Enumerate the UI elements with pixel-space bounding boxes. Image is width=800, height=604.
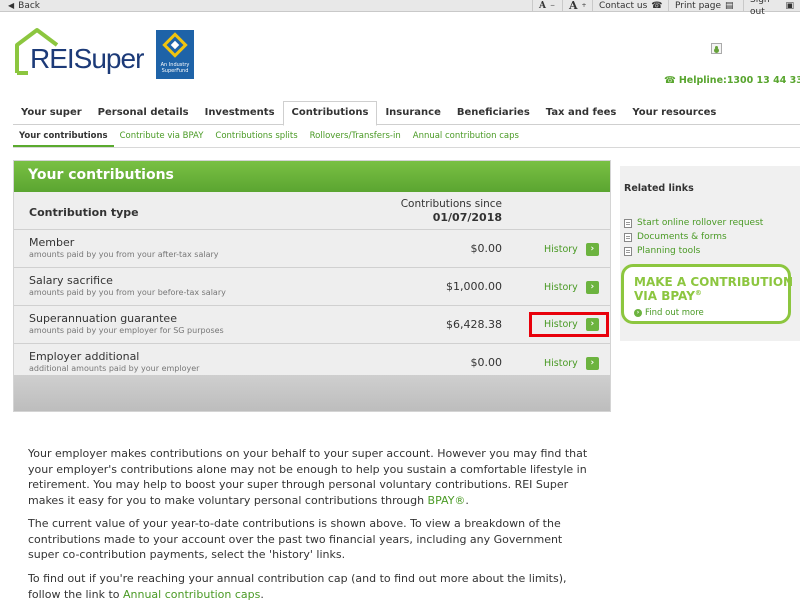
bpay-link[interactable]: BPAY® [428, 494, 466, 507]
ytd-paragraph: The current value of your year-to-date c… [28, 517, 563, 561]
contribution-amount: $0.00 [470, 242, 503, 255]
caps-paragraph: To find out if you're reaching your annu… [28, 572, 567, 601]
tab-contributions[interactable]: Contributions [282, 101, 378, 126]
table-row: Superannuation guarantee amounts paid by… [14, 306, 610, 344]
contribution-name: Superannuation guarantee [29, 312, 177, 325]
printer-icon: ▤ [725, 1, 734, 11]
signout-label: Sign out [750, 0, 770, 17]
back-arrow-icon: ◀ [8, 1, 15, 10]
bpay-banner-line2: VIA BPAY® [634, 289, 702, 303]
link-start-online-rollover[interactable]: Start online rollover request [624, 218, 763, 228]
history-link-employer-additional[interactable]: History › [532, 353, 608, 373]
link-documents-forms[interactable]: Documents & forms [624, 232, 727, 242]
back-label: Back [18, 1, 41, 11]
tab-insurance[interactable]: Insurance [377, 101, 448, 124]
contribution-amount: $0.00 [470, 356, 503, 369]
contribution-description: additional amounts paid by your employer [29, 364, 200, 373]
tab-beneficiaries[interactable]: Beneficiaries [449, 101, 538, 124]
print-page-link[interactable]: Print page ▤ [668, 0, 740, 12]
contribution-amount: $1,000.00 [446, 280, 502, 293]
top-utility-bar: ◀ Back A − A + Contact us ☎ Print page ▤ S… [0, 0, 800, 17]
annual-contribution-caps-link[interactable]: Annual contribution caps [123, 588, 260, 601]
column-contributions-since: Contributions since 01/07/2018 [400, 198, 502, 224]
contribution-description: amounts paid by you from your after-tax … [29, 250, 219, 259]
helpline-number: 1300 13 44 33 [726, 75, 800, 86]
tab-investments[interactable]: Investments [197, 101, 283, 124]
related-links-sidebar: Related links Start online rollover requ… [620, 166, 800, 341]
table-header: Contribution type Contributions since 01… [14, 192, 610, 230]
font-increase-button[interactable]: A + [562, 0, 593, 12]
panel-footer [14, 375, 610, 411]
document-icon [624, 218, 632, 228]
subnav-contribute-via-bpay[interactable]: Contribute via BPAY [114, 126, 210, 147]
document-icon [624, 246, 632, 256]
phone-icon: ☎ [651, 1, 663, 11]
rei-super-logo[interactable]: REISuper [14, 27, 144, 77]
chevron-right-icon: › [585, 318, 599, 331]
panel-title: Your contributions [14, 161, 610, 192]
contribution-name: Employer additional [29, 350, 140, 363]
main-navigation: Your super Personal details Investments … [13, 101, 800, 126]
make-contribution-bpay-banner[interactable]: MAKE A CONTRIBUTION VIA BPAY® › Find out… [621, 264, 794, 324]
chevron-right-icon: › [634, 309, 642, 317]
since-date: 01/07/2018 [432, 211, 502, 224]
contact-label: Contact us [599, 1, 648, 11]
link-planning-tools[interactable]: Planning tools [624, 246, 700, 256]
industry-fund-diamond-icon [162, 32, 188, 58]
history-link-superannuation-guarantee[interactable]: History › [529, 312, 609, 337]
contribution-description: amounts paid by you from your before-tax… [29, 288, 226, 297]
tab-tax-and-fees[interactable]: Tax and fees [538, 101, 625, 124]
find-out-more-link[interactable]: › Find out more [634, 308, 704, 318]
lock-icon: ▣ [785, 1, 794, 11]
history-link-salary-sacrifice[interactable]: History › [532, 277, 608, 297]
contribution-amount: $6,428.38 [446, 318, 502, 331]
bpay-banner-line1: MAKE A CONTRIBUTION [634, 275, 794, 289]
subnav-your-contributions[interactable]: Your contributions [13, 126, 114, 147]
intro-paragraph: Your employer makes contributions on you… [28, 447, 588, 507]
table-row: Member amounts paid by you from your aft… [14, 230, 610, 268]
contributions-panel: Your contributions Contribution type Con… [13, 160, 611, 412]
font-decrease-button[interactable]: A − [532, 0, 561, 12]
document-icon [624, 232, 632, 242]
chevron-right-icon: › [585, 242, 599, 256]
chevron-right-icon: › [585, 280, 599, 294]
contribution-name: Member [29, 236, 75, 249]
industry-superfund-badge: An Industry SuperFund [156, 30, 194, 79]
helpline: ☎ Helpline:1300 13 44 33 [664, 75, 800, 86]
sub-navigation: Your contributions Contribute via BPAY C… [13, 126, 800, 148]
logo-wordmark: REISuper [30, 43, 144, 74]
plus-icon: + [581, 2, 587, 9]
user-profile-icon[interactable] [711, 43, 722, 54]
tab-your-resources[interactable]: Your resources [624, 101, 724, 124]
contribution-description: amounts paid by your employer for SG pur… [29, 326, 224, 335]
tab-personal-details[interactable]: Personal details [90, 101, 197, 124]
chevron-right-icon: › [585, 356, 599, 370]
subnav-annual-contribution-caps[interactable]: Annual contribution caps [407, 126, 525, 147]
print-label: Print page [675, 1, 722, 11]
contribution-name: Salary sacrifice [29, 274, 113, 287]
minus-icon: − [549, 2, 556, 9]
history-link-member[interactable]: History › [532, 239, 608, 259]
column-contribution-type: Contribution type [29, 206, 139, 219]
phone-icon: ☎ [664, 75, 676, 86]
table-row: Salary sacrifice amounts paid by you fro… [14, 268, 610, 306]
back-link[interactable]: ◀ Back [8, 0, 40, 12]
subnav-rollovers-transfers-in[interactable]: Rollovers/Transfers-in [304, 126, 407, 147]
sign-out-link[interactable]: Sign out ▣ [743, 0, 800, 17]
related-links-title: Related links [624, 183, 694, 194]
subnav-contributions-splits[interactable]: Contributions splits [209, 126, 303, 147]
tab-your-super[interactable]: Your super [13, 101, 90, 124]
contact-us-link[interactable]: Contact us ☎ [592, 0, 669, 12]
